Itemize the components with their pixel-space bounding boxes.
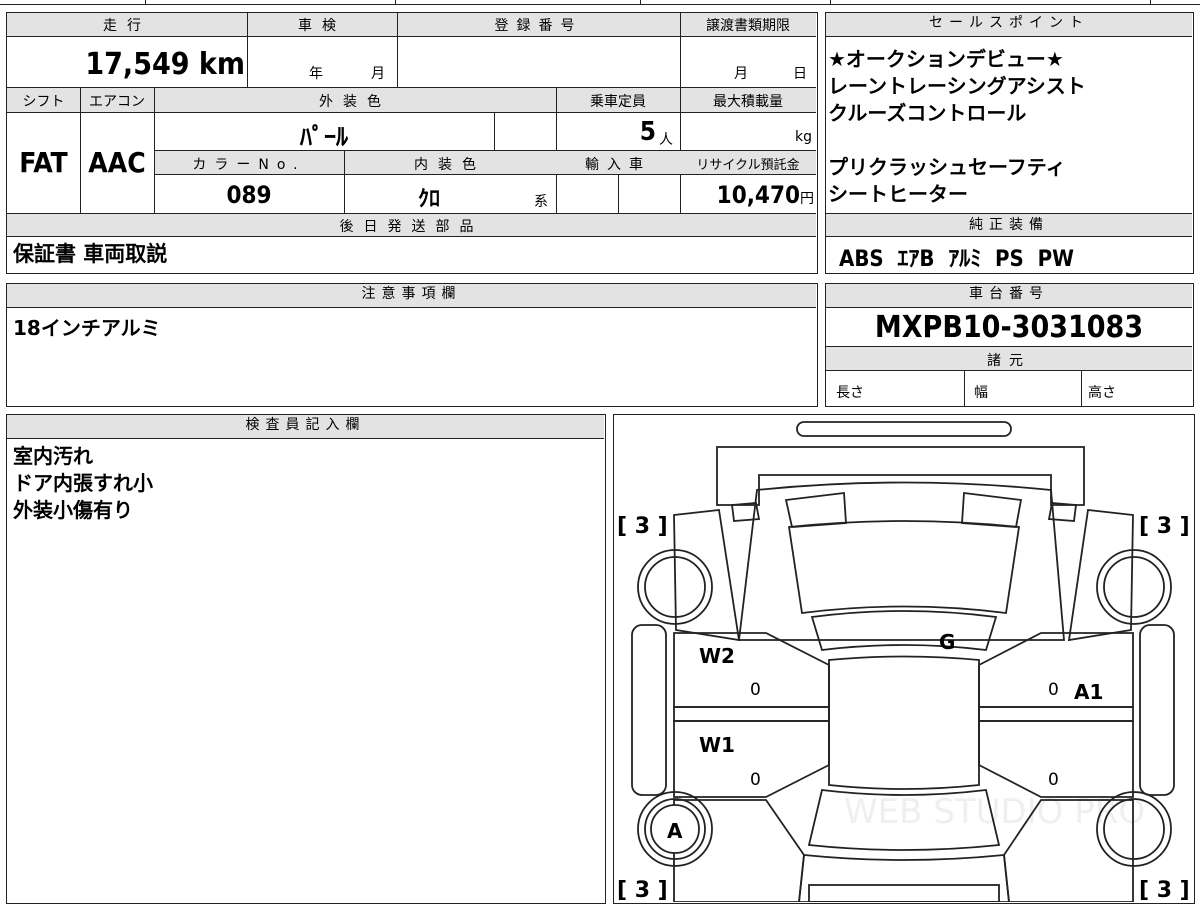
windshield — [787, 520, 1021, 615]
tire-mark-rear-right: [ 3 ] — [1139, 878, 1190, 902]
chassis-title: 車台番号 — [969, 286, 1049, 302]
car-diagram: [ 3 ] [ 3 ] [ 3 ] [ 3 ] W2 W1 G A1 A 0 0… — [617, 421, 1190, 902]
color-no-value: 089 — [226, 181, 272, 209]
right-headlight — [961, 491, 1023, 528]
shaken-label: 車検 — [298, 18, 346, 34]
mark-w2: W2 — [699, 644, 735, 668]
mark-a1: A1 — [1074, 680, 1103, 704]
interior-color-suffix: 系 — [534, 194, 548, 210]
roof — [828, 655, 980, 790]
left-headlight — [784, 491, 847, 528]
tire-front-right-inner — [1103, 556, 1165, 618]
cowl — [810, 610, 998, 651]
capacity-label: 乗車定員 — [590, 94, 646, 110]
max-load-unit: kg — [795, 129, 812, 145]
inspector-text: 室内汚れ ドア内張すれ小 外装小傷有り — [13, 444, 153, 522]
later-shipping-text: 保証書 車両取説 — [13, 242, 168, 266]
notes-panel: 注意事項欄 18インチアルミ — [6, 283, 818, 407]
interior-color-label: 内装色 — [414, 157, 486, 173]
recycle-unit: 円 — [800, 191, 814, 207]
mark-g: G — [939, 630, 955, 654]
front-bumper — [716, 446, 1085, 506]
spec-width-label: 幅 — [974, 385, 988, 401]
right-step — [1139, 624, 1175, 796]
tire-mark-rear-left: [ 3 ] — [617, 878, 668, 902]
recycle-value: 10,470円 — [716, 181, 814, 209]
trunk — [798, 854, 1010, 902]
transfer-day-label: 日 — [793, 66, 807, 82]
tire-mark-front-right: [ 3 ] — [1139, 514, 1190, 539]
vehicle-spec-table: 走行 車検 登録番号 譲渡書類期限 17,549 km 年 月 月 日 シフト … — [6, 12, 818, 274]
exterior-color-value: ﾊﾟｰﾙ — [300, 123, 348, 151]
capacity-unit: 人 — [659, 132, 673, 148]
left-step — [631, 624, 667, 796]
watermark: WEB STUDIO PRO — [844, 792, 1145, 832]
specs-title: 諸元 — [987, 353, 1031, 369]
notes-title: 注意事項欄 — [361, 286, 462, 302]
import-label: 輸入車 — [585, 157, 651, 173]
right-rocker — [978, 706, 1134, 722]
shift-label: シフト — [22, 94, 65, 110]
aircon-value: AAC — [88, 146, 146, 179]
mark-w1: W1 — [699, 733, 735, 757]
mileage-unit: km — [198, 47, 245, 82]
sales-points-title: セールスポイント — [929, 15, 1089, 31]
later-shipping-title: 後日発送部品 — [339, 219, 484, 235]
notes-text: 18インチアルミ — [13, 316, 161, 340]
mileage-label: 走行 — [103, 18, 151, 34]
chassis-number: MXPB10-3031083 — [874, 310, 1144, 345]
front-bumper-strip — [796, 421, 1012, 437]
transfer-deadline-label: 譲渡書類期限 — [706, 18, 790, 34]
inspector-title: 検査員記入欄 — [245, 417, 366, 433]
rear-bumper — [808, 884, 1000, 902]
shaken-year-label: 年 — [309, 66, 323, 82]
mark-a: A — [667, 819, 683, 843]
zero-right-front: 0 — [1048, 680, 1059, 700]
right-body-side — [1067, 509, 1134, 642]
spec-length-label: 長さ — [836, 385, 864, 401]
aircon-label: エアコン — [89, 94, 145, 110]
left-body-side — [673, 509, 741, 642]
registration-label: 登録番号 — [494, 18, 583, 34]
capacity-value: 5 — [639, 117, 656, 147]
color-no-label: カラーNo. — [192, 157, 306, 173]
car-diagram-panel: [ 3 ] [ 3 ] [ 3 ] [ 3 ] W2 W1 G A1 A 0 0… — [613, 414, 1195, 904]
left-rocker — [673, 706, 830, 722]
shift-value: FAT — [19, 146, 68, 179]
zero-left-rear: 0 — [750, 770, 761, 790]
genuine-equipment-text: ABS ｴｱB ｱﾙﾐ PS PW — [839, 247, 1074, 272]
spec-height-label: 高さ — [1088, 385, 1116, 401]
shaken-month-label: 月 — [371, 66, 385, 82]
sales-points-panel: セールスポイント ★オークションデビュー★ レーントレーシングアシスト クルーズ… — [825, 12, 1194, 274]
zero-right-rear: 0 — [1048, 770, 1059, 790]
zero-left-front: 0 — [750, 680, 761, 700]
exterior-color-label: 外装色 — [319, 94, 391, 110]
recycle-label: リサイクル預託金 — [696, 158, 800, 173]
inspector-panel: 検査員記入欄 室内汚れ ドア内張すれ小 外装小傷有り — [6, 414, 606, 904]
interior-color-value: ｸﾛ — [417, 187, 440, 212]
transfer-month-label: 月 — [734, 66, 748, 82]
mileage-value: 17,549 km — [85, 47, 245, 82]
genuine-equipment-title: 純正装備 — [969, 217, 1049, 233]
tire-front-right — [1096, 549, 1172, 625]
sales-points-text: ★オークションデビュー★ レーントレーシングアシスト クルーズコントロール プリ… — [828, 47, 1086, 206]
max-load-label: 最大積載量 — [713, 94, 783, 110]
chassis-panel: 車台番号 MXPB10-3031083 諸元 長さ 幅 高さ — [825, 283, 1194, 407]
tire-mark-front-left: [ 3 ] — [617, 514, 668, 539]
top-strip — [0, 0, 1200, 6]
